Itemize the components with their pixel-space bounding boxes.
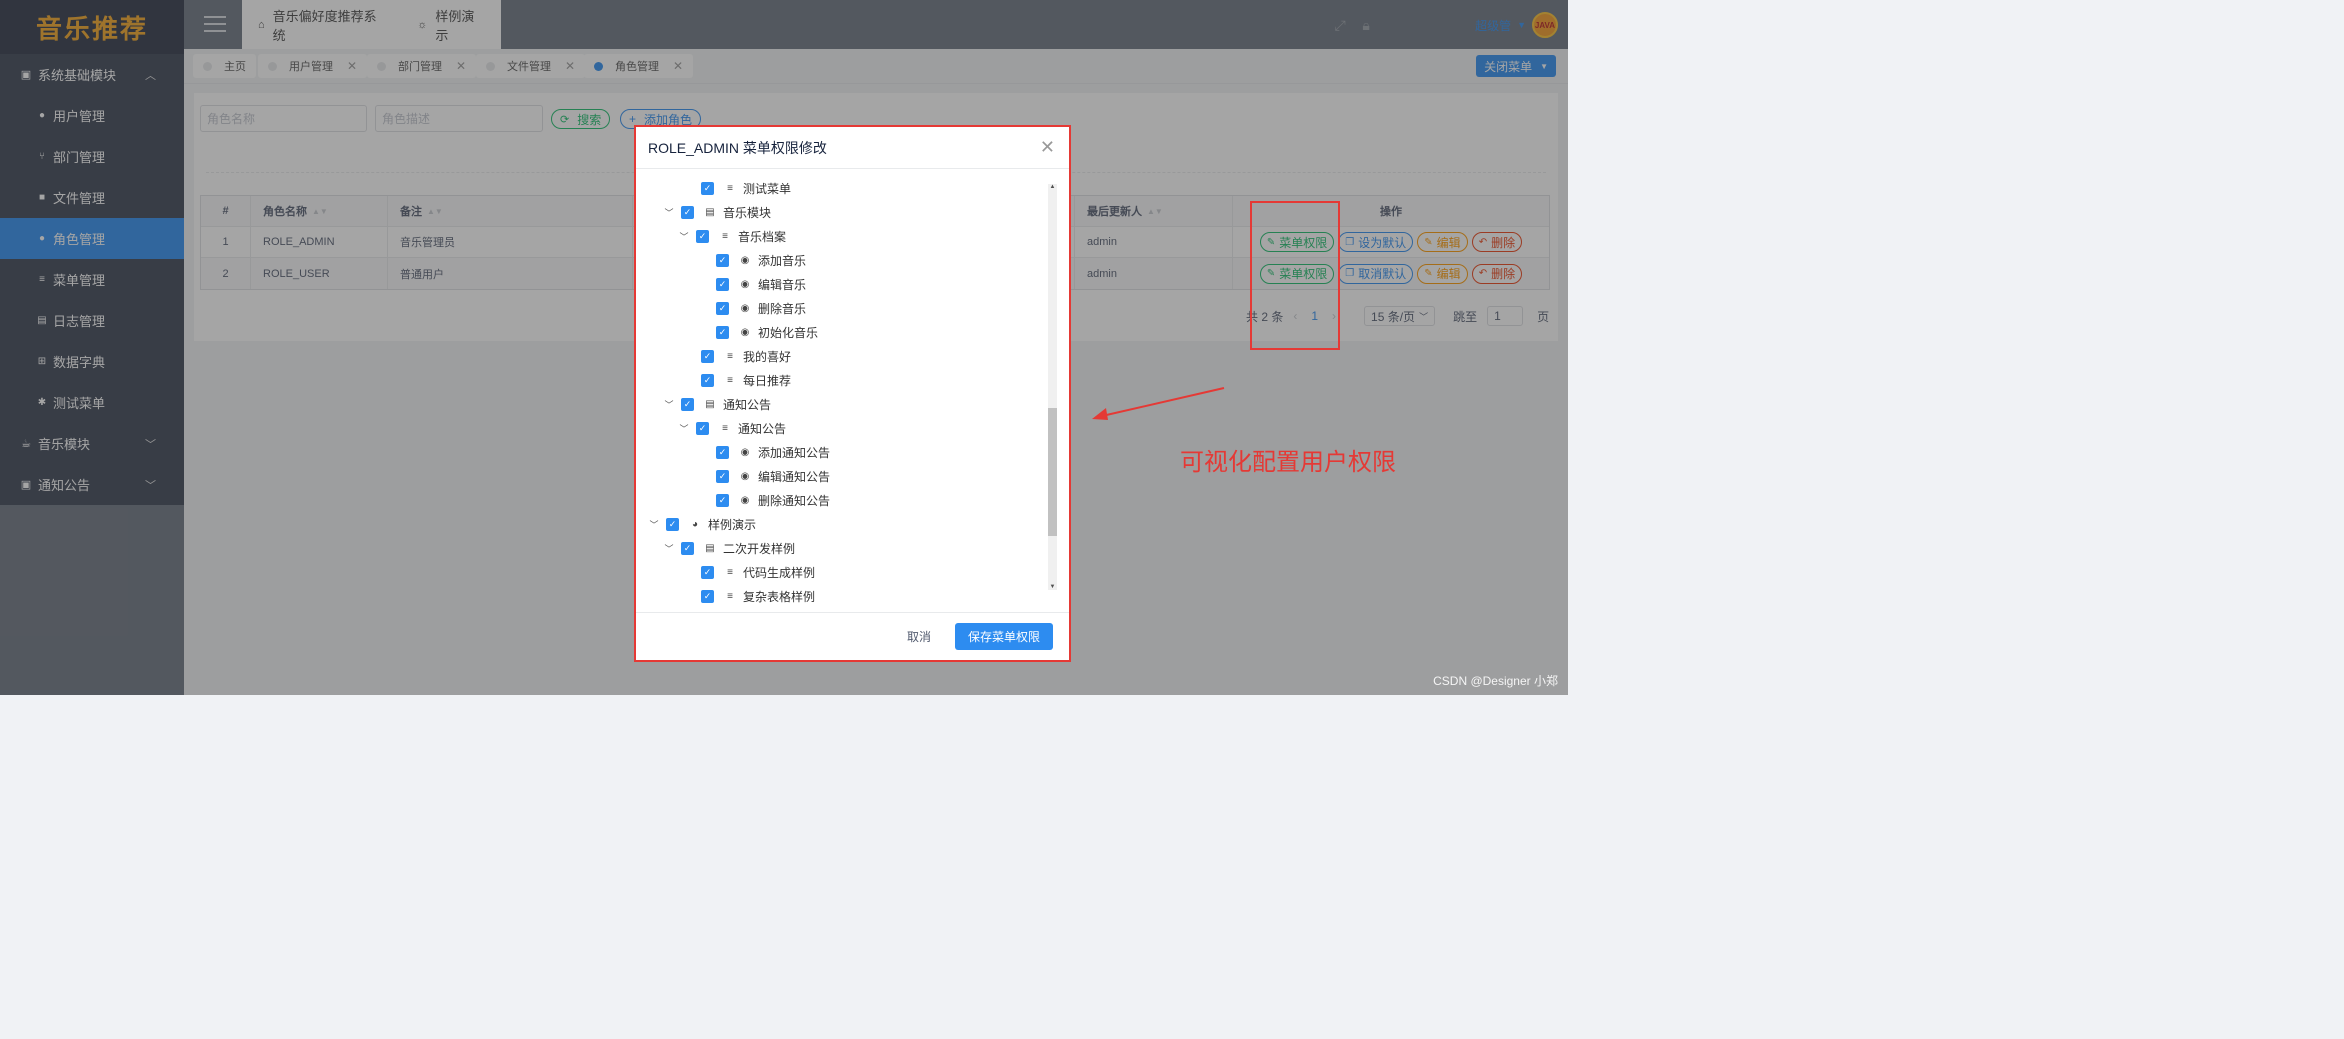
radio-dot-icon: ◉ [740,494,750,506]
highlight-box [1250,201,1340,350]
radio-dot-icon: ◉ [740,278,750,290]
tree-node-label: 编辑音乐 [758,277,807,292]
radio-dot-icon: ◉ [740,446,750,458]
checkbox-checked[interactable]: ✓ [681,397,694,411]
annotation-text: 可视化配置用户权限 [1180,449,1396,476]
tree-node[interactable]: ✓ ≡ 代码生成样例 [684,562,815,582]
menu-lines-icon: ≡ [727,374,733,386]
menu-lines-icon: ≡ [727,182,733,194]
tree-node-label: 样例演示 [708,517,757,532]
scroll-down-arrow-icon[interactable]: ▼ [1048,584,1057,590]
chevron-down-icon[interactable]: ﹀ [679,422,689,435]
checkbox-checked[interactable]: ✓ [701,565,714,579]
checkbox-checked[interactable]: ✓ [701,349,714,363]
doc-icon: ▤ [705,206,715,218]
checkbox-checked[interactable]: ✓ [716,253,729,267]
tree-node[interactable]: ✓ ◉ 添加通知公告 [699,442,830,462]
tree-node[interactable]: ﹀ ✓ ≡ 通知公告 [679,418,786,438]
menu-lines-icon: ≡ [727,350,733,362]
doc-icon: ▤ [705,542,715,554]
save-permissions-button[interactable]: 保存菜单权限 [954,623,1053,650]
tree-node[interactable]: ✓ ◉ 删除通知公告 [699,490,830,510]
tree-node-label: 删除通知公告 [758,493,831,508]
chevron-down-icon[interactable]: ﹀ [664,206,674,219]
checkbox-checked[interactable]: ✓ [716,277,729,291]
tree-node-label: 通知公告 [723,397,772,412]
radio-dot-icon: ◉ [740,302,750,314]
checkbox-checked[interactable]: ✓ [666,517,679,531]
tree-node[interactable]: ﹀ ✓ ▤ 通知公告 [664,394,771,414]
annotation-arrow [1092,387,1225,420]
tree-node[interactable]: ✓ ◉ 编辑通知公告 [699,466,830,486]
checkbox-checked[interactable]: ✓ [716,493,729,507]
tree-node[interactable]: ✓ ◉ 初始化音乐 [699,322,818,342]
tree-node[interactable]: ﹀ ✓ ▤ 音乐模块 [664,202,771,222]
tree-node-label: 通知公告 [738,421,787,436]
tree-node[interactable]: ✓ ◉ 添加音乐 [699,250,806,270]
checkbox-checked[interactable]: ✓ [701,589,714,603]
tree-node[interactable]: ✓ ≡ 每日推荐 [684,370,791,390]
tree-node[interactable]: ﹀ ✓ ≡ 音乐档案 [679,226,786,246]
chevron-down-icon[interactable]: ﹀ [664,398,674,411]
checkbox-checked[interactable]: ✓ [701,373,714,387]
tree-node-label: 添加通知公告 [758,445,831,460]
chevron-down-icon[interactable]: ﹀ [679,230,689,243]
tree-node-label: 二次开发样例 [723,541,796,556]
tree-node[interactable]: ✓ ≡ 测试菜单 [684,178,791,198]
permission-tree: ✓ ≡ 测试菜单 ﹀ ✓ ▤ 音乐模块 ﹀ ✓ ≡ 音乐档案 ✓ ◉ 添加音乐 ✓ ◉ 编辑音乐 ✓ ◉ 删… [636,170,1069,613]
tree-node-label: 音乐模块 [723,205,772,220]
tree-node-label: 代码生成样例 [743,565,816,580]
radio-dot-icon: ◉ [740,254,750,266]
close-icon[interactable]: ✕ [1040,137,1055,158]
menu-lines-icon: ≡ [727,566,733,578]
tree-node-label: 初始化音乐 [758,325,819,340]
tree-node-label: 删除音乐 [758,301,807,316]
tree-node-label: 复杂表格样例 [743,589,816,604]
tree-node-label: 测试菜单 [743,181,792,196]
menu-lines-icon: ≡ [727,590,733,602]
chevron-down-icon[interactable]: ﹀ [649,518,659,531]
tree-node[interactable]: ✓ ≡ 复杂表格样例 [684,586,815,606]
tree-node-label: 添加音乐 [758,253,807,268]
tree-node-label: 每日推荐 [743,373,792,388]
scroll-up-arrow-icon[interactable]: ▲ [1048,184,1057,190]
doc-icon: ▤ [705,398,715,410]
radio-dot-icon: ◉ [740,326,750,338]
tree-node[interactable]: ✓ ◉ 编辑音乐 [699,274,806,294]
modal-footer: 取消 保存菜单权限 [636,612,1069,660]
tree-node-label: 我的喜好 [743,349,792,364]
scrollbar-thumb[interactable] [1048,408,1057,536]
checkbox-checked[interactable]: ✓ [696,421,709,435]
chevron-down-icon[interactable]: ﹀ [664,542,674,555]
checkbox-checked[interactable]: ✓ [696,229,709,243]
checkbox-checked[interactable]: ✓ [701,181,714,195]
menu-permission-modal: ROLE_ADMIN 菜单权限修改 ✕ ✓ ≡ 测试菜单 ﹀ ✓ ▤ 音乐模块 ﹀ ✓ ≡ 音乐… [634,125,1071,662]
radio-dot-icon: ◉ [740,470,750,482]
tree-node[interactable]: ✓ ≡ 我的喜好 [684,346,791,366]
checkbox-checked[interactable]: ✓ [716,301,729,315]
tree-node[interactable]: ✓ ◉ 删除音乐 [699,298,806,318]
watermark: CSDN @Designer 小郑 [1433,674,1558,688]
modal-header: ROLE_ADMIN 菜单权限修改 ✕ [636,127,1069,169]
tree-node[interactable]: ﹀ ✓ ▤ 二次开发样例 [664,538,795,558]
scrollbar[interactable]: ▲ ▼ [1048,184,1057,590]
tree-node-label: 编辑通知公告 [758,469,831,484]
checkbox-checked[interactable]: ✓ [716,469,729,483]
menu-lines-icon: ≡ [722,230,728,242]
tree-node[interactable]: ﹀ ✓ ◕ 样例演示 [649,514,756,534]
modal-title: ROLE_ADMIN 菜单权限修改 [648,139,827,156]
cancel-button[interactable]: 取消 [907,628,931,645]
checkbox-checked[interactable]: ✓ [716,445,729,459]
checkbox-checked[interactable]: ✓ [716,325,729,339]
checkbox-checked[interactable]: ✓ [681,541,694,555]
checkbox-checked[interactable]: ✓ [681,205,694,219]
compass-icon: ◕ [691,518,699,530]
tree-node-label: 音乐档案 [738,229,787,244]
menu-lines-icon: ≡ [722,422,728,434]
